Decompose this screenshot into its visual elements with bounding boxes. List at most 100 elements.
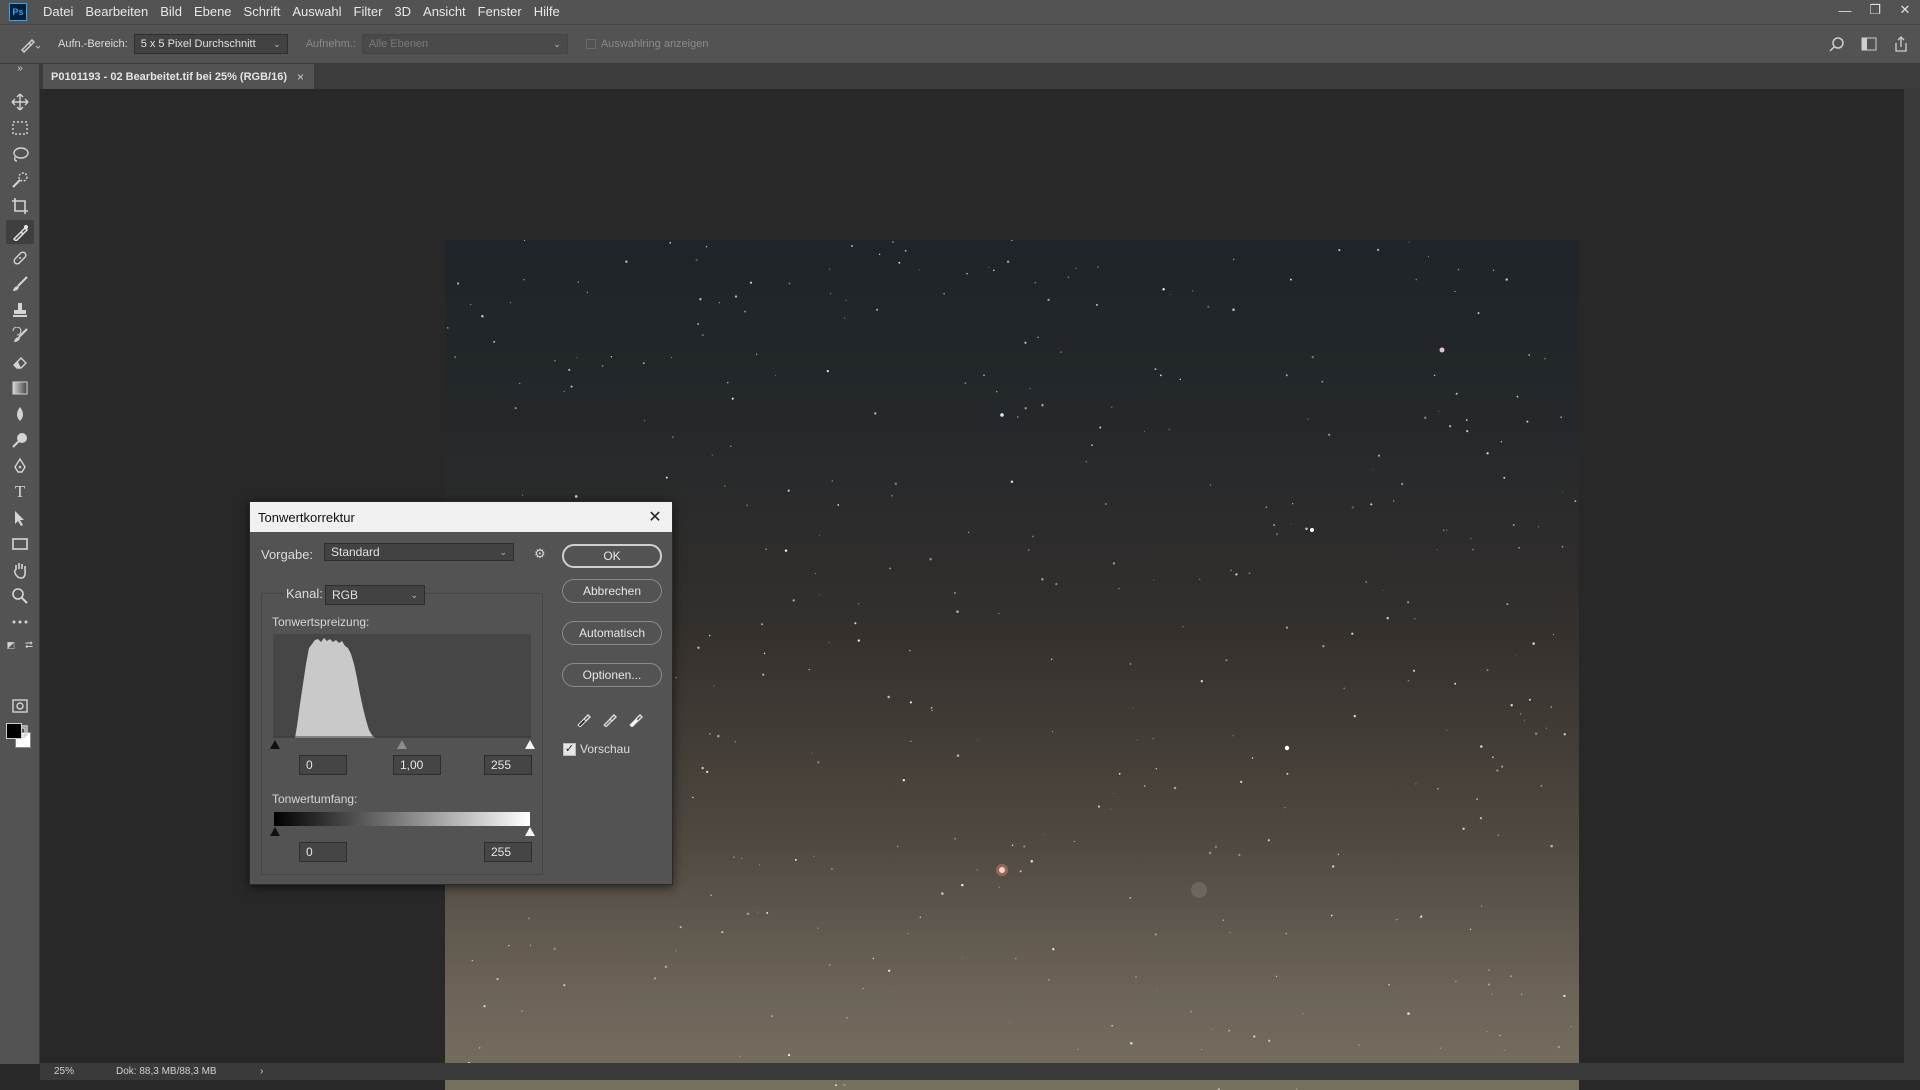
close-tab-icon[interactable]: × xyxy=(297,70,304,84)
eyedropper-preset-icon xyxy=(20,38,40,53)
move-icon[interactable] xyxy=(6,90,34,114)
quick-mask-icon[interactable] xyxy=(6,694,34,718)
sample-size-value: 5 x 5 Pixel Durchschnitt xyxy=(140,38,256,50)
default-colors-icon[interactable]: ◩ xyxy=(4,638,18,652)
menu-fenster[interactable]: Fenster xyxy=(472,0,528,24)
black-point-eyedropper-icon[interactable] xyxy=(575,710,593,728)
output-white-slider[interactable] xyxy=(525,827,535,836)
menu-hilfe[interactable]: Hilfe xyxy=(528,0,566,24)
share-icon[interactable] xyxy=(1892,35,1910,53)
tool-preset-picker[interactable] xyxy=(10,35,48,53)
healing-icon[interactable] xyxy=(6,246,34,270)
menu-ebene[interactable]: Ebene xyxy=(188,0,238,24)
zoom-level[interactable]: 25% xyxy=(54,1066,104,1077)
type-icon[interactable]: T xyxy=(6,480,34,504)
eyedropper-icon[interactable] xyxy=(6,220,34,244)
foreground-color-swatch[interactable] xyxy=(6,723,22,739)
menu-bild[interactable]: Bild xyxy=(154,0,188,24)
histogram-graph xyxy=(273,638,531,738)
zoom-icon[interactable] xyxy=(6,584,34,608)
channel-label: Kanal: xyxy=(283,586,326,601)
workspace-icon[interactable] xyxy=(1860,35,1878,53)
show-ring-checkbox[interactable] xyxy=(585,39,596,49)
minimize-icon[interactable]: — xyxy=(1830,0,1860,20)
gray-point-eyedropper-icon[interactable] xyxy=(601,710,619,728)
sample-select[interactable]: Alle Ebenen ⌄ xyxy=(361,34,568,54)
histogram xyxy=(273,634,531,738)
options-button[interactable]: Optionen... xyxy=(562,663,662,687)
dialog-titlebar[interactable]: Tonwertkorrektur ✕ xyxy=(250,502,672,532)
input-white-field[interactable]: 255 xyxy=(484,755,532,775)
photoshop-logo-icon: Ps xyxy=(9,3,27,21)
status-menu-arrow-icon[interactable]: › xyxy=(260,1066,263,1077)
input-levels-label: Tonwertspreizung: xyxy=(272,615,370,629)
gear-icon[interactable]: ⚙ xyxy=(534,546,546,562)
swap-colors-icon[interactable]: ⮂ xyxy=(22,638,36,652)
more-icon[interactable] xyxy=(6,610,34,634)
preview-label: Vorschau xyxy=(580,742,631,756)
cancel-button[interactable]: Abbrechen xyxy=(562,579,662,603)
marquee-icon[interactable] xyxy=(6,116,34,140)
restore-icon[interactable]: ❐ xyxy=(1860,0,1890,20)
gradient-icon[interactable] xyxy=(6,376,34,400)
history-brush-icon[interactable] xyxy=(6,324,34,348)
chevron-down-icon: ⌄ xyxy=(553,38,561,49)
input-gamma-field[interactable]: 1,00 xyxy=(393,755,441,775)
path-select-icon[interactable] xyxy=(6,506,34,530)
document-tab[interactable]: P0101193 - 02 Bearbeitet.tif bei 25% (RG… xyxy=(43,64,315,89)
preset-label: Vorgabe: xyxy=(261,547,314,562)
eraser-icon[interactable] xyxy=(6,350,34,374)
pen-icon[interactable] xyxy=(6,454,34,478)
dodge-icon[interactable] xyxy=(6,428,34,452)
sample-label: Aufnehm.: xyxy=(305,38,356,50)
output-levels-label: Tonwertumfang: xyxy=(272,792,358,806)
input-white-slider[interactable] xyxy=(525,740,535,749)
window-controls: — ❐ ✕ xyxy=(1830,0,1920,24)
sample-size-select[interactable]: 5 x 5 Pixel Durchschnitt ⌄ xyxy=(133,34,288,54)
menu-bearbeiten[interactable]: Bearbeiten xyxy=(79,0,154,24)
hand-icon[interactable] xyxy=(6,558,34,582)
output-white-field[interactable]: 255 xyxy=(484,842,532,862)
sample-size-label: Aufn.-Bereich: xyxy=(58,38,128,50)
dialog-title: Tonwertkorrektur xyxy=(258,509,355,525)
menu-schrift[interactable]: Schrift xyxy=(238,0,287,24)
quick-select-icon[interactable] xyxy=(6,168,34,192)
document-tab-bar: P0101193 - 02 Bearbeitet.tif bei 25% (RG… xyxy=(40,64,1920,89)
collapse-panel-icon[interactable]: » xyxy=(6,62,34,74)
preset-select[interactable]: Standard ⌄ xyxy=(324,543,514,561)
menu-3d[interactable]: 3D xyxy=(388,0,417,24)
rectangle-icon[interactable] xyxy=(6,532,34,556)
sample-value: Alle Ebenen xyxy=(368,38,429,50)
chevron-down-icon: ⌄ xyxy=(273,38,281,49)
lasso-icon[interactable] xyxy=(6,142,34,166)
close-window-icon[interactable]: ✕ xyxy=(1890,0,1920,20)
preview-checkbox[interactable]: ✓ xyxy=(563,743,576,756)
output-gradient xyxy=(274,812,530,826)
auto-button[interactable]: Automatisch xyxy=(562,621,662,645)
menu-ansicht[interactable]: Ansicht xyxy=(417,0,472,24)
stamp-icon[interactable] xyxy=(6,298,34,322)
options-bar: Aufn.-Bereich: 5 x 5 Pixel Durchschnitt … xyxy=(0,24,1920,64)
brush-icon[interactable] xyxy=(6,272,34,296)
input-black-slider[interactable] xyxy=(270,740,280,749)
vertical-scrollbar[interactable] xyxy=(1904,89,1920,1063)
blur-icon[interactable] xyxy=(6,402,34,426)
input-gamma-slider[interactable] xyxy=(397,740,407,749)
crop-icon[interactable] xyxy=(6,194,34,218)
document-tab-title: P0101193 - 02 Bearbeitet.tif bei 25% (RG… xyxy=(51,70,287,83)
channel-value: RGB xyxy=(332,588,359,602)
white-point-eyedropper-icon[interactable] xyxy=(627,710,645,728)
menu-filter[interactable]: Filter xyxy=(348,0,389,24)
menu-datei[interactable]: Datei xyxy=(37,0,79,24)
input-black-field[interactable]: 0 xyxy=(299,755,347,775)
close-dialog-icon[interactable]: ✕ xyxy=(644,507,666,527)
ok-button[interactable]: OK xyxy=(562,544,662,568)
output-black-slider[interactable] xyxy=(270,827,280,836)
preset-value: Standard xyxy=(331,545,380,559)
options-right-icons xyxy=(1828,35,1910,53)
output-black-field[interactable]: 0 xyxy=(299,842,347,862)
channel-select[interactable]: RGB ⌄ xyxy=(325,585,425,605)
menu-bar: Ps Datei Bearbeiten Bild Ebene Schrift A… xyxy=(0,0,1920,24)
search-icon[interactable] xyxy=(1828,35,1846,53)
menu-auswahl[interactable]: Auswahl xyxy=(286,0,347,24)
